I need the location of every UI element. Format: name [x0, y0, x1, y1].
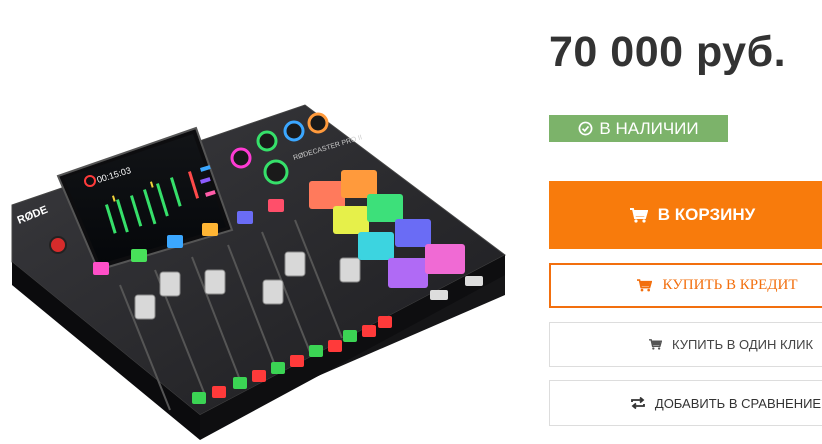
cart-icon: [648, 339, 662, 350]
buy-on-credit-label: КУПИТЬ В КРЕДИТ: [662, 277, 798, 293]
product-price: 70 000 руб.: [549, 28, 787, 76]
check-circle-icon: [578, 121, 593, 136]
compare-arrows-icon: [630, 397, 645, 409]
availability-label: В НАЛИЧИИ: [599, 118, 699, 138]
cart-icon: [629, 207, 648, 223]
product-image: 00:15:03 RØDECASTER PRO II RØDE: [0, 0, 530, 444]
cart-icon: [637, 279, 653, 292]
availability-badge: В НАЛИЧИИ: [549, 115, 728, 142]
buy-on-credit-button[interactable]: КУПИТЬ В КРЕДИТ: [549, 263, 822, 308]
buy-one-click-button[interactable]: КУПИТЬ В ОДИН КЛИК: [549, 322, 822, 367]
record-button-graphic: [49, 236, 67, 254]
add-to-compare-button[interactable]: ДОБАВИТЬ В СРАВНЕНИЕ: [549, 380, 822, 426]
add-to-compare-label: ДОБАВИТЬ В СРАВНЕНИЕ: [654, 395, 822, 411]
add-to-cart-label: В КОРЗИНУ: [657, 205, 756, 224]
add-to-cart-button[interactable]: В КОРЗИНУ: [549, 181, 822, 249]
buy-one-click-label: КУПИТЬ В ОДИН КЛИК: [671, 337, 814, 352]
mixer-illustration: 00:15:03 RØDECASTER PRO II RØDE: [11, 104, 506, 440]
